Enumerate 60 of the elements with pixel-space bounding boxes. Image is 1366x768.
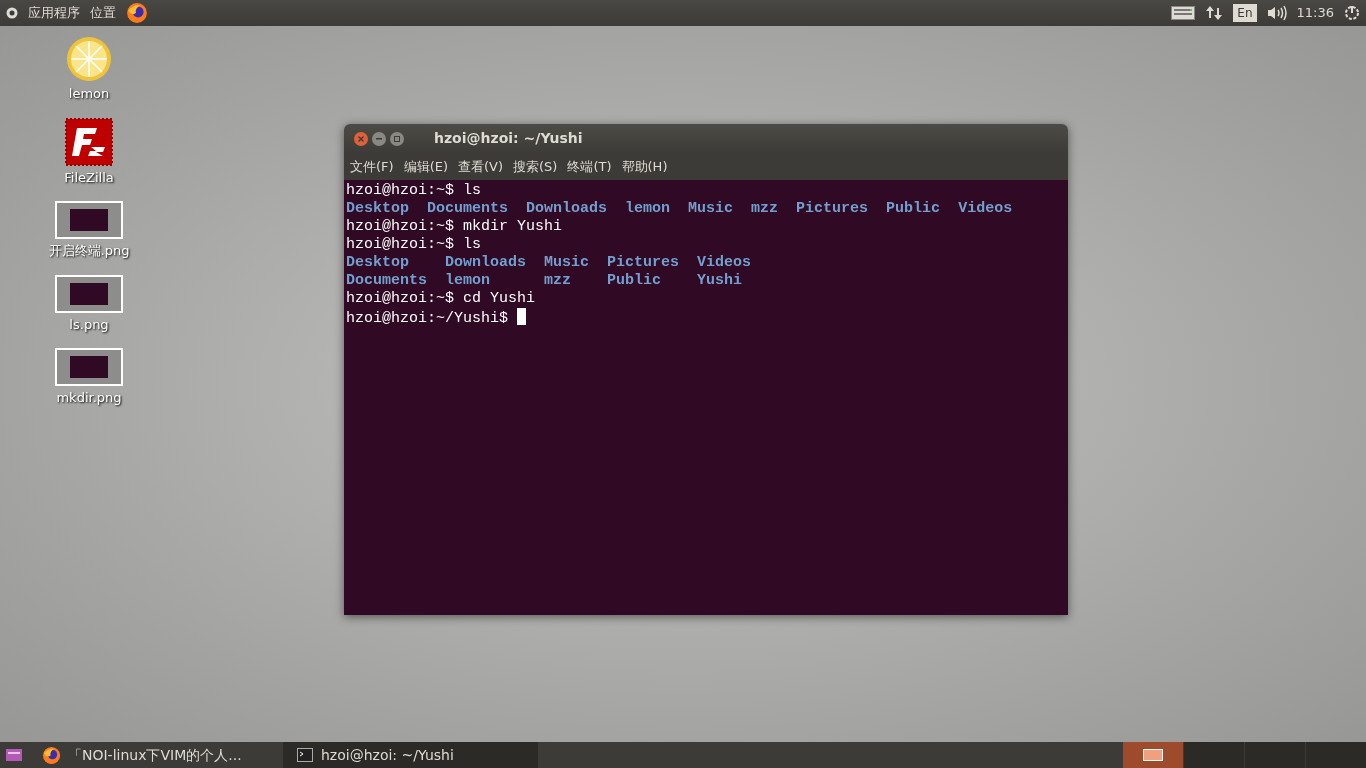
- menu-item[interactable]: 编辑(E): [403, 156, 448, 177]
- directory-name: Pictures: [607, 254, 680, 272]
- keyboard-icon[interactable]: [1171, 6, 1196, 20]
- desktop-icon: [6, 749, 22, 761]
- directory-name: mzz: [751, 200, 779, 218]
- minimize-icon: [376, 137, 382, 140]
- maximize-icon: [394, 135, 400, 142]
- keyboard-layout-indicator[interactable]: En: [1233, 4, 1257, 22]
- image-thumbnail[interactable]: [55, 348, 123, 386]
- taskbar-button[interactable]: hzoi@hzoi: ~/Yushi: [283, 742, 538, 768]
- browser-launcher-icon[interactable]: [126, 2, 148, 24]
- menu-item[interactable]: 终端(T): [567, 156, 612, 177]
- directory-name: Desktop: [346, 200, 409, 218]
- menu-item[interactable]: 查看(V): [458, 156, 504, 177]
- image-thumbnail[interactable]: [55, 274, 123, 313]
- filezilla-icon[interactable]: [65, 117, 113, 166]
- directory-name: Music: [688, 200, 734, 218]
- terminal-prompt: hzoi@hzoi:~/Yushi$: [346, 310, 509, 327]
- menu-item[interactable]: 文件(F): [350, 156, 394, 177]
- panel-menu[interactable]: 位置: [90, 3, 116, 23]
- terminal-icon: [297, 748, 313, 762]
- directory-name: Yushi: [697, 272, 744, 290]
- minimize-button[interactable]: [372, 131, 386, 146]
- maximize-button[interactable]: [390, 131, 404, 146]
- close-button[interactable]: [354, 131, 368, 146]
- network-arrows-icon[interactable]: [1205, 4, 1224, 22]
- terminal-line: hzoi@hzoi:~$ cd Yushi: [346, 290, 537, 308]
- taskbar-button[interactable]: 「NOI-linux下VIM的个人...: [28, 742, 283, 768]
- directory-name: Desktop: [346, 254, 410, 272]
- directory-name: Downloads: [526, 200, 608, 218]
- terminal-area[interactable]: [344, 180, 1068, 615]
- directory-name: mzz: [544, 272, 573, 290]
- text-cursor: [517, 308, 527, 325]
- directory-name: Public: [607, 272, 663, 290]
- directory-name: Documents: [427, 200, 509, 218]
- power-icon[interactable]: [6, 7, 18, 19]
- image-thumbnail[interactable]: [55, 201, 123, 239]
- browser-icon: [42, 746, 60, 764]
- settings-icon[interactable]: [1344, 5, 1360, 21]
- window-title: hzoi@hzoi: ~/Yushi: [434, 129, 583, 148]
- directory-name: lemon: [625, 200, 671, 218]
- clock[interactable]: 11:36: [1296, 3, 1334, 23]
- directory-name: Music: [544, 254, 590, 272]
- terminal-line: hzoi@hzoi:~$ mkdir Yushi: [346, 218, 564, 236]
- workspace-button[interactable]: [1123, 742, 1183, 768]
- terminal-line: hzoi@hzoi:~$ ls: [346, 182, 483, 200]
- directory-name: Documents: [346, 272, 427, 290]
- close-icon: [358, 135, 364, 142]
- directory-name: Public: [886, 200, 941, 218]
- directory-name: Pictures: [796, 200, 869, 218]
- lemon-icon[interactable]: [66, 36, 112, 82]
- directory-name: Videos: [697, 254, 752, 272]
- menu-item[interactable]: 搜索(S): [513, 156, 558, 177]
- panel-menu[interactable]: 应用程序: [28, 3, 80, 23]
- volume-icon[interactable]: [1266, 5, 1287, 21]
- directory-name: lemon: [445, 272, 492, 290]
- directory-name: Downloads: [445, 254, 527, 272]
- terminal-line: hzoi@hzoi:~$ ls: [346, 236, 483, 254]
- menu-item[interactable]: 帮助(H): [621, 156, 668, 177]
- directory-name: Videos: [958, 200, 1013, 218]
